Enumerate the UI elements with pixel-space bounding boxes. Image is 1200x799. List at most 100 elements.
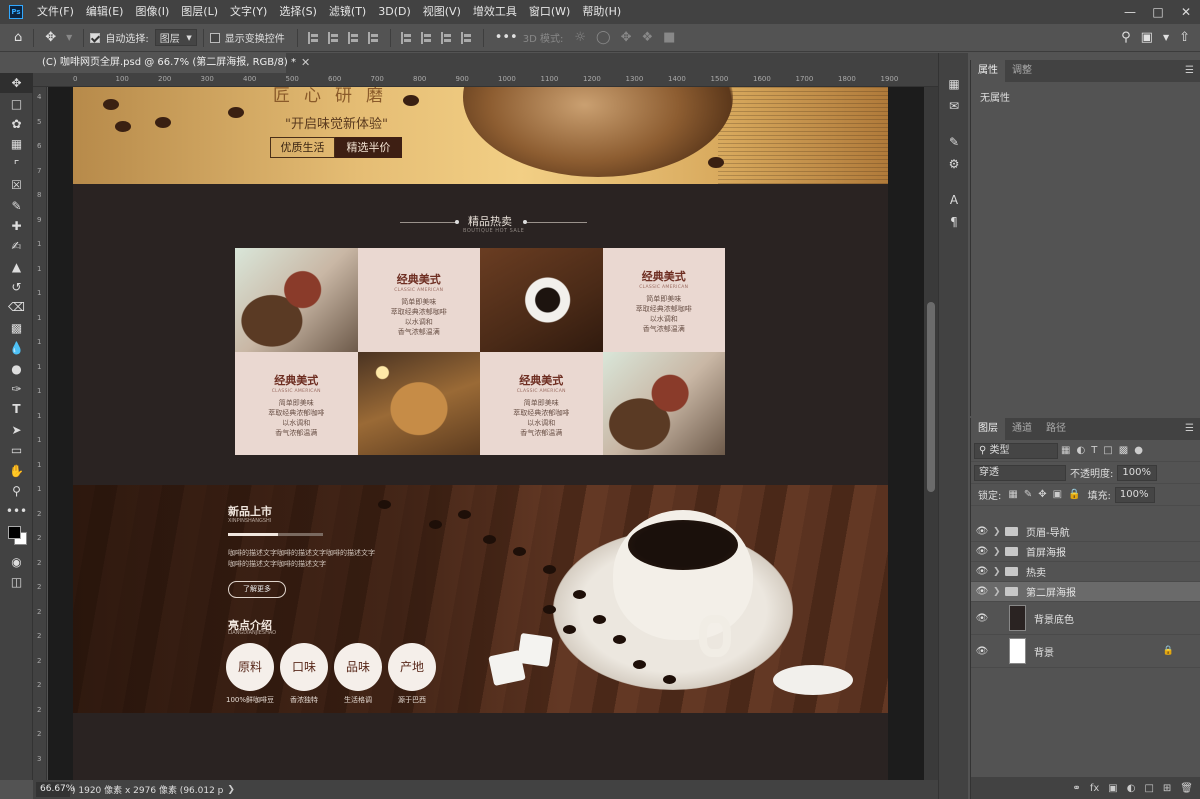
orbit-3d-icon[interactable]: ☼ [574,30,586,45]
align-top-icon[interactable] [400,31,413,44]
visibility-eye-icon[interactable]: 👁 [971,526,993,537]
document-tab[interactable]: (C) 咖啡网页全屏.psd @ 66.7% (第二屏海报, RGB/8) * [33,53,296,73]
menu-view[interactable]: 视图(V) [417,0,467,24]
menu-help[interactable]: 帮助(H) [576,0,627,24]
menu-filter[interactable]: 滤镜(T) [323,0,372,24]
camera-3d-icon[interactable]: ■ [663,30,675,45]
menu-layer[interactable]: 图层(L) [175,0,224,24]
layer-filter-dropdown[interactable]: ⚲ 类型 [974,442,1058,459]
scrollbar-thumb[interactable] [927,302,935,492]
gradient-tool-icon[interactable]: ▩ [0,318,33,338]
menu-select[interactable]: 选择(S) [273,0,323,24]
filter-shape-icon[interactable]: □ [1103,445,1112,456]
distribute-v-icon[interactable] [460,31,473,44]
share-icon[interactable]: ⇧ [1179,30,1190,45]
document-canvas[interactable]: 匠心研磨 "开启味觉新体验" 优质生活 精选半价 精品热卖 BOUTIQUE H… [73,87,888,780]
roll-3d-icon[interactable]: ◯ [596,30,611,45]
chevron-right-icon[interactable]: ❯ [993,527,1003,537]
blur-tool-icon[interactable]: 💧 [0,338,33,358]
menu-type[interactable]: 文字(Y) [224,0,273,24]
layer-row[interactable]: 👁 背景底色 [971,602,1200,635]
menu-3d[interactable]: 3D(D) [372,0,417,24]
new-group-icon[interactable]: □ [1144,783,1153,794]
tab-paths[interactable]: 路径 [1039,418,1073,440]
blend-mode-dropdown[interactable]: 穿透 [974,464,1066,481]
more-options-icon[interactable]: ••• [495,30,518,45]
chevron-right-icon[interactable]: ❯ [993,587,1003,597]
history-icon[interactable]: ▦ [939,73,969,95]
adjustment-layer-icon[interactable]: ◐ [1127,783,1136,794]
filter-toggle-icon[interactable]: ● [1134,445,1143,456]
pen-tool-icon[interactable]: ✑ [0,379,33,399]
brush-settings-icon[interactable]: ✎ [939,131,969,153]
layer-row[interactable]: 👁 ❯ 首屏海报 [971,542,1200,562]
ps-logo-icon[interactable]: Ps [9,5,23,19]
lock-all-icon[interactable]: 🔒 [1068,489,1080,500]
trash-icon[interactable]: 🗑 [1180,783,1193,794]
path-select-tool-icon[interactable]: ➤ [0,420,33,440]
vertical-ruler[interactable]: 4 5 6 7 8 9 1 1 1 1 1 1 1 1 1 1 1 2 2 2 2 2 2 2 2 2 2 3 [33,87,47,780]
object-select-tool-icon[interactable]: ▦ [0,134,33,154]
align-hcenter-icon[interactable] [327,31,340,44]
restore-icon[interactable]: □ [1144,0,1172,24]
tab-adjustments[interactable]: 调整 [1005,60,1039,82]
layer-row[interactable]: 👁 背景 🔒 [971,635,1200,668]
chevron-right-icon[interactable]: ❯ [227,785,235,795]
layer-style-icon[interactable]: fx [1090,783,1099,794]
chevron-down-icon[interactable]: ▼ [66,33,72,42]
stamp-tool-icon[interactable]: ▲ [0,257,33,277]
auto-select-checkbox[interactable] [90,32,101,43]
chevron-right-icon[interactable]: ❯ [993,567,1003,577]
panel-menu-icon[interactable]: ☰ [1185,65,1194,76]
move-tool-icon[interactable]: ✥ [0,73,33,94]
align-right-icon[interactable] [347,31,360,44]
color-swatches[interactable] [0,522,33,552]
chevron-down-icon[interactable]: ▼ [1163,33,1169,42]
filter-type-icon[interactable]: T [1091,445,1097,456]
eraser-tool-icon[interactable]: ⌫ [0,297,33,317]
lock-image-icon[interactable]: ✎ [1024,489,1032,500]
opacity-input[interactable]: 100% [1117,464,1158,481]
home-icon[interactable]: ⌂ [14,30,22,45]
filter-smart-icon[interactable]: ▩ [1119,445,1128,456]
comments-icon[interactable]: ✉ [939,95,969,117]
paragraph-icon[interactable]: ¶ [939,211,969,233]
document-info[interactable]: ) 1920 像素 x 2976 像素 (96.012 p [72,783,223,796]
layer-row[interactable]: 👁 ❯ 热卖 [971,562,1200,582]
chevron-right-icon[interactable]: ❯ [993,547,1003,557]
character-icon[interactable]: A [939,189,969,211]
slide-3d-icon[interactable]: ❖ [641,30,653,45]
eyedropper-tool-icon[interactable]: ✎ [0,195,33,215]
new-layer-icon[interactable]: ⊞ [1163,783,1171,794]
shape-tool-icon[interactable]: ▭ [0,440,33,460]
dodge-tool-icon[interactable]: ● [0,358,33,378]
more-tools-icon[interactable]: ••• [0,501,33,521]
distribute-h-icon[interactable] [367,31,380,44]
zoom-tool-icon[interactable]: ⚲ [0,481,33,501]
add-mask-icon[interactable]: ▣ [1108,783,1117,794]
workspace-icon[interactable]: ▣ [1141,30,1153,45]
adjustments-icon[interactable]: ⚙ [939,153,969,175]
tab-properties[interactable]: 属性 [971,60,1005,82]
type-tool-icon[interactable]: T [0,399,33,419]
canvas-area[interactable]: 匠心研磨 "开启味觉新体验" 优质生活 精选半价 精品热卖 BOUTIQUE H… [48,87,924,780]
brush-tool-icon[interactable]: ✍ [0,236,33,256]
filter-pixel-icon[interactable]: ▦ [1061,445,1070,456]
vertical-scrollbar[interactable] [924,87,938,780]
menu-edit[interactable]: 编辑(E) [80,0,130,24]
visibility-eye-icon[interactable]: 👁 [971,566,993,577]
quick-mask-icon[interactable]: ◉ [0,552,33,572]
foreground-color-swatch[interactable] [8,525,21,539]
marquee-tool-icon[interactable]: □ [0,93,33,113]
panel-menu-icon[interactable]: ☰ [1185,423,1194,434]
visibility-eye-icon[interactable]: 👁 [971,546,993,557]
history-brush-tool-icon[interactable]: ↺ [0,277,33,297]
hand-tool-icon[interactable]: ✋ [0,460,33,480]
menu-file[interactable]: 文件(F) [31,0,80,24]
fill-input[interactable]: 100% [1114,486,1155,503]
filter-adjustment-icon[interactable]: ◐ [1076,445,1085,456]
close-icon[interactable]: ✕ [1172,0,1200,24]
visibility-eye-icon[interactable]: 👁 [971,586,993,597]
horizontal-ruler[interactable]: 0 100 200 300 400 500 600 700 800 900 1000 1100 1200… [33,73,938,87]
menu-image[interactable]: 图像(I) [129,0,175,24]
